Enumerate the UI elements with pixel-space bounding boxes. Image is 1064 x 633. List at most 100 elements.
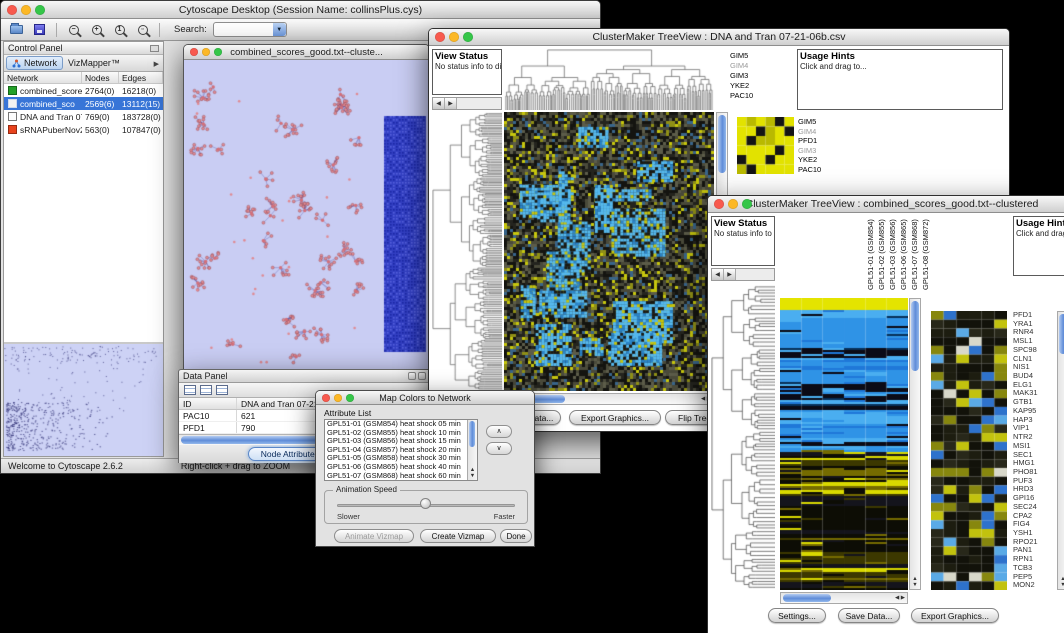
data-panel-titlebar[interactable]: Data Panel xyxy=(179,370,430,383)
treeview1-titlebar[interactable]: ClusterMaker TreeView : DNA and Tran 07-… xyxy=(429,29,1009,46)
done-button[interactable]: Done xyxy=(500,529,532,543)
network-list-item[interactable]: DNA and Tran 07 769(0) 183728(0) xyxy=(4,110,163,123)
zoom-window-icon[interactable] xyxy=(35,5,45,15)
window-controls xyxy=(435,32,473,42)
scroll-arrows-icon[interactable] xyxy=(1058,576,1064,588)
array-dendrogram-canvas[interactable] xyxy=(504,49,714,110)
vscroll-thumb[interactable] xyxy=(469,421,475,447)
column-label: YKE2 xyxy=(730,81,753,91)
network-window-titlebar[interactable]: combined_scores_good.txt--cluste... xyxy=(184,45,429,60)
zoom-window-icon[interactable] xyxy=(742,199,752,209)
scroll-track[interactable] xyxy=(457,98,501,109)
zoom-window-icon[interactable] xyxy=(214,48,222,56)
zoom-fit-button[interactable] xyxy=(132,21,153,39)
network-graph-canvas[interactable] xyxy=(184,60,429,371)
animation-speed-slider[interactable] xyxy=(420,498,431,509)
heatmap-hscrollbar[interactable] xyxy=(780,592,908,604)
minimize-icon[interactable] xyxy=(449,32,459,42)
network-overview-panel[interactable] xyxy=(4,342,163,456)
zoom-heatmap-canvas[interactable] xyxy=(931,311,1007,590)
vscroll-thumb[interactable] xyxy=(1059,314,1064,354)
scroll-arrows-icon[interactable] xyxy=(910,576,920,588)
zoom-out-button[interactable] xyxy=(63,21,84,39)
network-list-item[interactable]: sRNAPuberNov2 563(0) 107847(0) xyxy=(4,123,163,136)
scroll-arrows-icon[interactable] xyxy=(895,595,905,601)
heatmap-vscrollbar[interactable] xyxy=(909,298,921,590)
attribute-list[interactable]: GPL51-01 (GSM854) heat shock 05 minGPL51… xyxy=(324,419,478,481)
dendrogram-hscrollbar[interactable] xyxy=(432,97,502,110)
close-icon[interactable] xyxy=(7,5,17,15)
global-heatmap-canvas[interactable] xyxy=(780,298,908,590)
window-controls xyxy=(190,48,222,56)
gene-dendrogram-canvas[interactable] xyxy=(711,284,775,590)
search-dropdown-icon[interactable] xyxy=(273,23,286,36)
network-list-item[interactable]: combined_scores 2764(0) 16218(0) xyxy=(4,84,163,97)
scroll-arrows-icon[interactable] xyxy=(468,467,477,479)
export-graphics-button[interactable]: Export Graphics... xyxy=(569,410,661,425)
move-up-button[interactable]: ∧ xyxy=(486,425,512,438)
close-icon[interactable] xyxy=(714,199,724,209)
scroll-right-icon[interactable] xyxy=(445,98,457,109)
close-icon[interactable] xyxy=(322,394,330,402)
minimize-icon[interactable] xyxy=(21,5,31,15)
view-status-panel: View Status No status info to display xyxy=(711,216,775,266)
zoom-one-to-one-button[interactable] xyxy=(109,21,130,39)
close-icon[interactable] xyxy=(190,48,198,56)
vscroll-thumb[interactable] xyxy=(911,301,919,371)
zoom-heatmap-canvas[interactable] xyxy=(737,117,794,174)
network-list-item[interactable]: combined_sco 2569(6) 13112(15) xyxy=(4,97,163,110)
open-session-button[interactable] xyxy=(6,21,27,39)
attribute-item[interactable]: GPL51-07 (GSM868) heat shock 60 min xyxy=(325,472,477,481)
heatmap-hscrollbar[interactable] xyxy=(504,393,714,405)
zoom-window-icon[interactable] xyxy=(346,394,354,402)
folder-icon xyxy=(10,25,23,34)
export-graphics-button[interactable]: Export Graphics... xyxy=(911,608,999,623)
close-icon[interactable] xyxy=(435,32,445,42)
scroll-left-icon[interactable] xyxy=(712,269,724,280)
search-input[interactable] xyxy=(213,22,287,37)
gene-label: PAC10 xyxy=(798,165,821,175)
panel-float-icon[interactable] xyxy=(150,45,159,52)
float-icon[interactable] xyxy=(418,372,426,380)
gene-label: GIM3 xyxy=(798,146,821,156)
vscroll-thumb[interactable] xyxy=(718,115,726,173)
network-name: sRNAPuberNov2 xyxy=(20,125,82,135)
create-vizmap-button[interactable]: Create Vizmap xyxy=(420,529,496,543)
animate-vizmap-button[interactable]: Animate Vizmap xyxy=(334,529,414,543)
main-window-titlebar[interactable]: Cytoscape Desktop (Session Name: collins… xyxy=(1,1,600,19)
zoom-vscrollbar[interactable] xyxy=(1057,311,1064,590)
select-attributes-icon[interactable] xyxy=(184,385,196,395)
minimize-icon[interactable] xyxy=(202,48,210,56)
global-heatmap-canvas[interactable] xyxy=(504,112,714,391)
gene-label: YKE2 xyxy=(798,155,821,165)
minimize-icon[interactable] xyxy=(334,394,342,402)
tab-overflow-icon[interactable] xyxy=(154,58,159,68)
save-session-button[interactable] xyxy=(29,21,50,39)
dendrogram-hscrollbar[interactable] xyxy=(711,268,775,281)
create-attribute-icon[interactable] xyxy=(200,385,212,395)
network-overview-canvas[interactable] xyxy=(4,344,163,456)
zoom-in-button[interactable] xyxy=(86,21,107,39)
dialog-titlebar[interactable]: Map Colors to Network xyxy=(316,391,534,405)
scroll-left-icon[interactable] xyxy=(433,98,445,109)
list-vscrollbar[interactable] xyxy=(467,420,477,480)
settings-button[interactable]: Settings... xyxy=(768,608,826,623)
scroll-track[interactable] xyxy=(736,269,774,280)
treeview-combined-scores-window: ClusterMaker TreeView : combined_scores_… xyxy=(707,195,1064,633)
tab-vizmapper[interactable]: VizMapper™ xyxy=(63,57,125,69)
network-type-icon xyxy=(8,86,17,95)
dock-icon[interactable] xyxy=(408,372,416,380)
hscroll-thumb[interactable] xyxy=(783,594,831,602)
row-id: PFD1 xyxy=(179,422,237,433)
save-data-button[interactable]: Save Data... xyxy=(838,608,900,623)
move-down-button[interactable]: ∨ xyxy=(486,442,512,455)
gene-dendrogram-canvas[interactable] xyxy=(432,112,502,391)
scroll-right-icon[interactable] xyxy=(724,269,736,280)
attribute-matrix-icon[interactable] xyxy=(216,385,228,395)
treeview2-title: ClusterMaker TreeView : combined_scores_… xyxy=(732,198,1052,210)
dialog-title: Map Colors to Network xyxy=(340,393,510,403)
zoom-window-icon[interactable] xyxy=(463,32,473,42)
tab-network[interactable]: Network xyxy=(6,56,63,70)
minimize-icon[interactable] xyxy=(728,199,738,209)
treeview2-titlebar[interactable]: ClusterMaker TreeView : combined_scores_… xyxy=(708,196,1064,213)
